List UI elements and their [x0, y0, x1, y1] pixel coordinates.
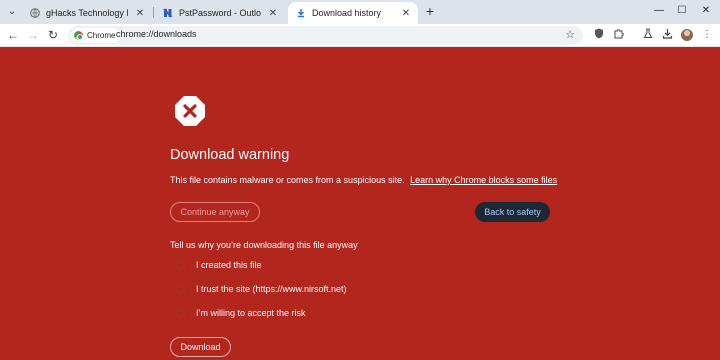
- close-icon[interactable]: ✕: [267, 8, 279, 19]
- tab-strip: ⌄ gHacks Technology News and A ✕ PstPass…: [0, 0, 720, 24]
- url-text[interactable]: chrome://downloads: [116, 29, 197, 39]
- chrome-origin-chip[interactable]: Chrome: [71, 28, 121, 43]
- menu-kebab-icon[interactable]: ⋮: [700, 28, 714, 42]
- tab-search-chevron-icon[interactable]: ⌄: [5, 5, 19, 19]
- description-text: This file contains malware or comes from…: [170, 175, 405, 185]
- page-title: Download warning: [170, 147, 290, 163]
- option-label: I trust the site (https://www.nirsoft.ne…: [196, 284, 347, 294]
- continue-anyway-button[interactable]: Continue anyway: [170, 202, 260, 222]
- tab-pstpassword[interactable]: PstPassword - Outlook PST Pas ✕: [155, 2, 285, 24]
- tab-ghacks[interactable]: gHacks Technology News and A ✕: [22, 2, 152, 24]
- reload-icon[interactable]: ↻: [46, 28, 60, 42]
- labs-flask-icon[interactable]: [641, 28, 655, 42]
- download-icon: [296, 8, 306, 18]
- reason-option-trust-site[interactable]: I trust the site (https://www.nirsoft.ne…: [176, 283, 347, 295]
- window-close-icon[interactable]: ✕: [697, 3, 715, 19]
- reason-option-created[interactable]: I created this file: [176, 259, 262, 271]
- profile-avatar[interactable]: [681, 29, 693, 41]
- maximize-icon[interactable]: ☐: [673, 3, 691, 19]
- learn-more-link[interactable]: Learn why Chrome blocks some files: [410, 175, 557, 185]
- back-arrow-icon[interactable]: ←: [6, 28, 20, 42]
- downloads-icon[interactable]: [660, 28, 674, 42]
- close-icon[interactable]: ✕: [400, 8, 412, 19]
- option-label: I created this file: [196, 260, 262, 270]
- radio-button[interactable]: [176, 308, 185, 318]
- chrome-logo-icon: [74, 31, 83, 40]
- reason-option-accept-risk[interactable]: I’m willing to accept the risk: [176, 307, 306, 319]
- address-bar[interactable]: Chrome chrome://downloads ☆: [68, 26, 583, 45]
- tab-download-history[interactable]: Download history ✕: [288, 2, 418, 24]
- radio-button[interactable]: [176, 284, 185, 294]
- danger-octagon-icon: [174, 95, 206, 127]
- radio-button[interactable]: [176, 260, 185, 270]
- extensions-puzzle-icon[interactable]: [611, 28, 625, 42]
- tab-title: Download history: [312, 8, 382, 18]
- minimize-icon[interactable]: —: [650, 3, 668, 19]
- bookmark-star-icon[interactable]: ☆: [565, 28, 575, 41]
- tab-title: gHacks Technology News and A: [46, 8, 128, 18]
- chip-label: Chrome: [87, 31, 116, 40]
- nirsoft-favicon: [163, 8, 173, 18]
- close-icon[interactable]: ✕: [134, 8, 146, 19]
- new-tab-plus-icon[interactable]: +: [422, 4, 438, 20]
- back-to-safety-button[interactable]: Back to safety: [475, 202, 550, 222]
- tab-divider: [153, 7, 154, 18]
- ghacks-favicon: [30, 8, 40, 18]
- browser-toolbar: ← → ↻ Chrome chrome://downloads ☆ ⋮: [0, 24, 720, 47]
- option-label: I’m willing to accept the risk: [196, 308, 306, 318]
- shield-extension-icon[interactable]: [592, 28, 606, 42]
- tab-title: PstPassword - Outlook PST Pas: [179, 8, 261, 18]
- warning-description: This file contains malware or comes from…: [170, 175, 557, 185]
- download-button[interactable]: Download: [170, 337, 231, 357]
- reason-question: Tell us why you’re downloading this file…: [170, 240, 358, 250]
- forward-arrow-icon[interactable]: →: [26, 28, 40, 42]
